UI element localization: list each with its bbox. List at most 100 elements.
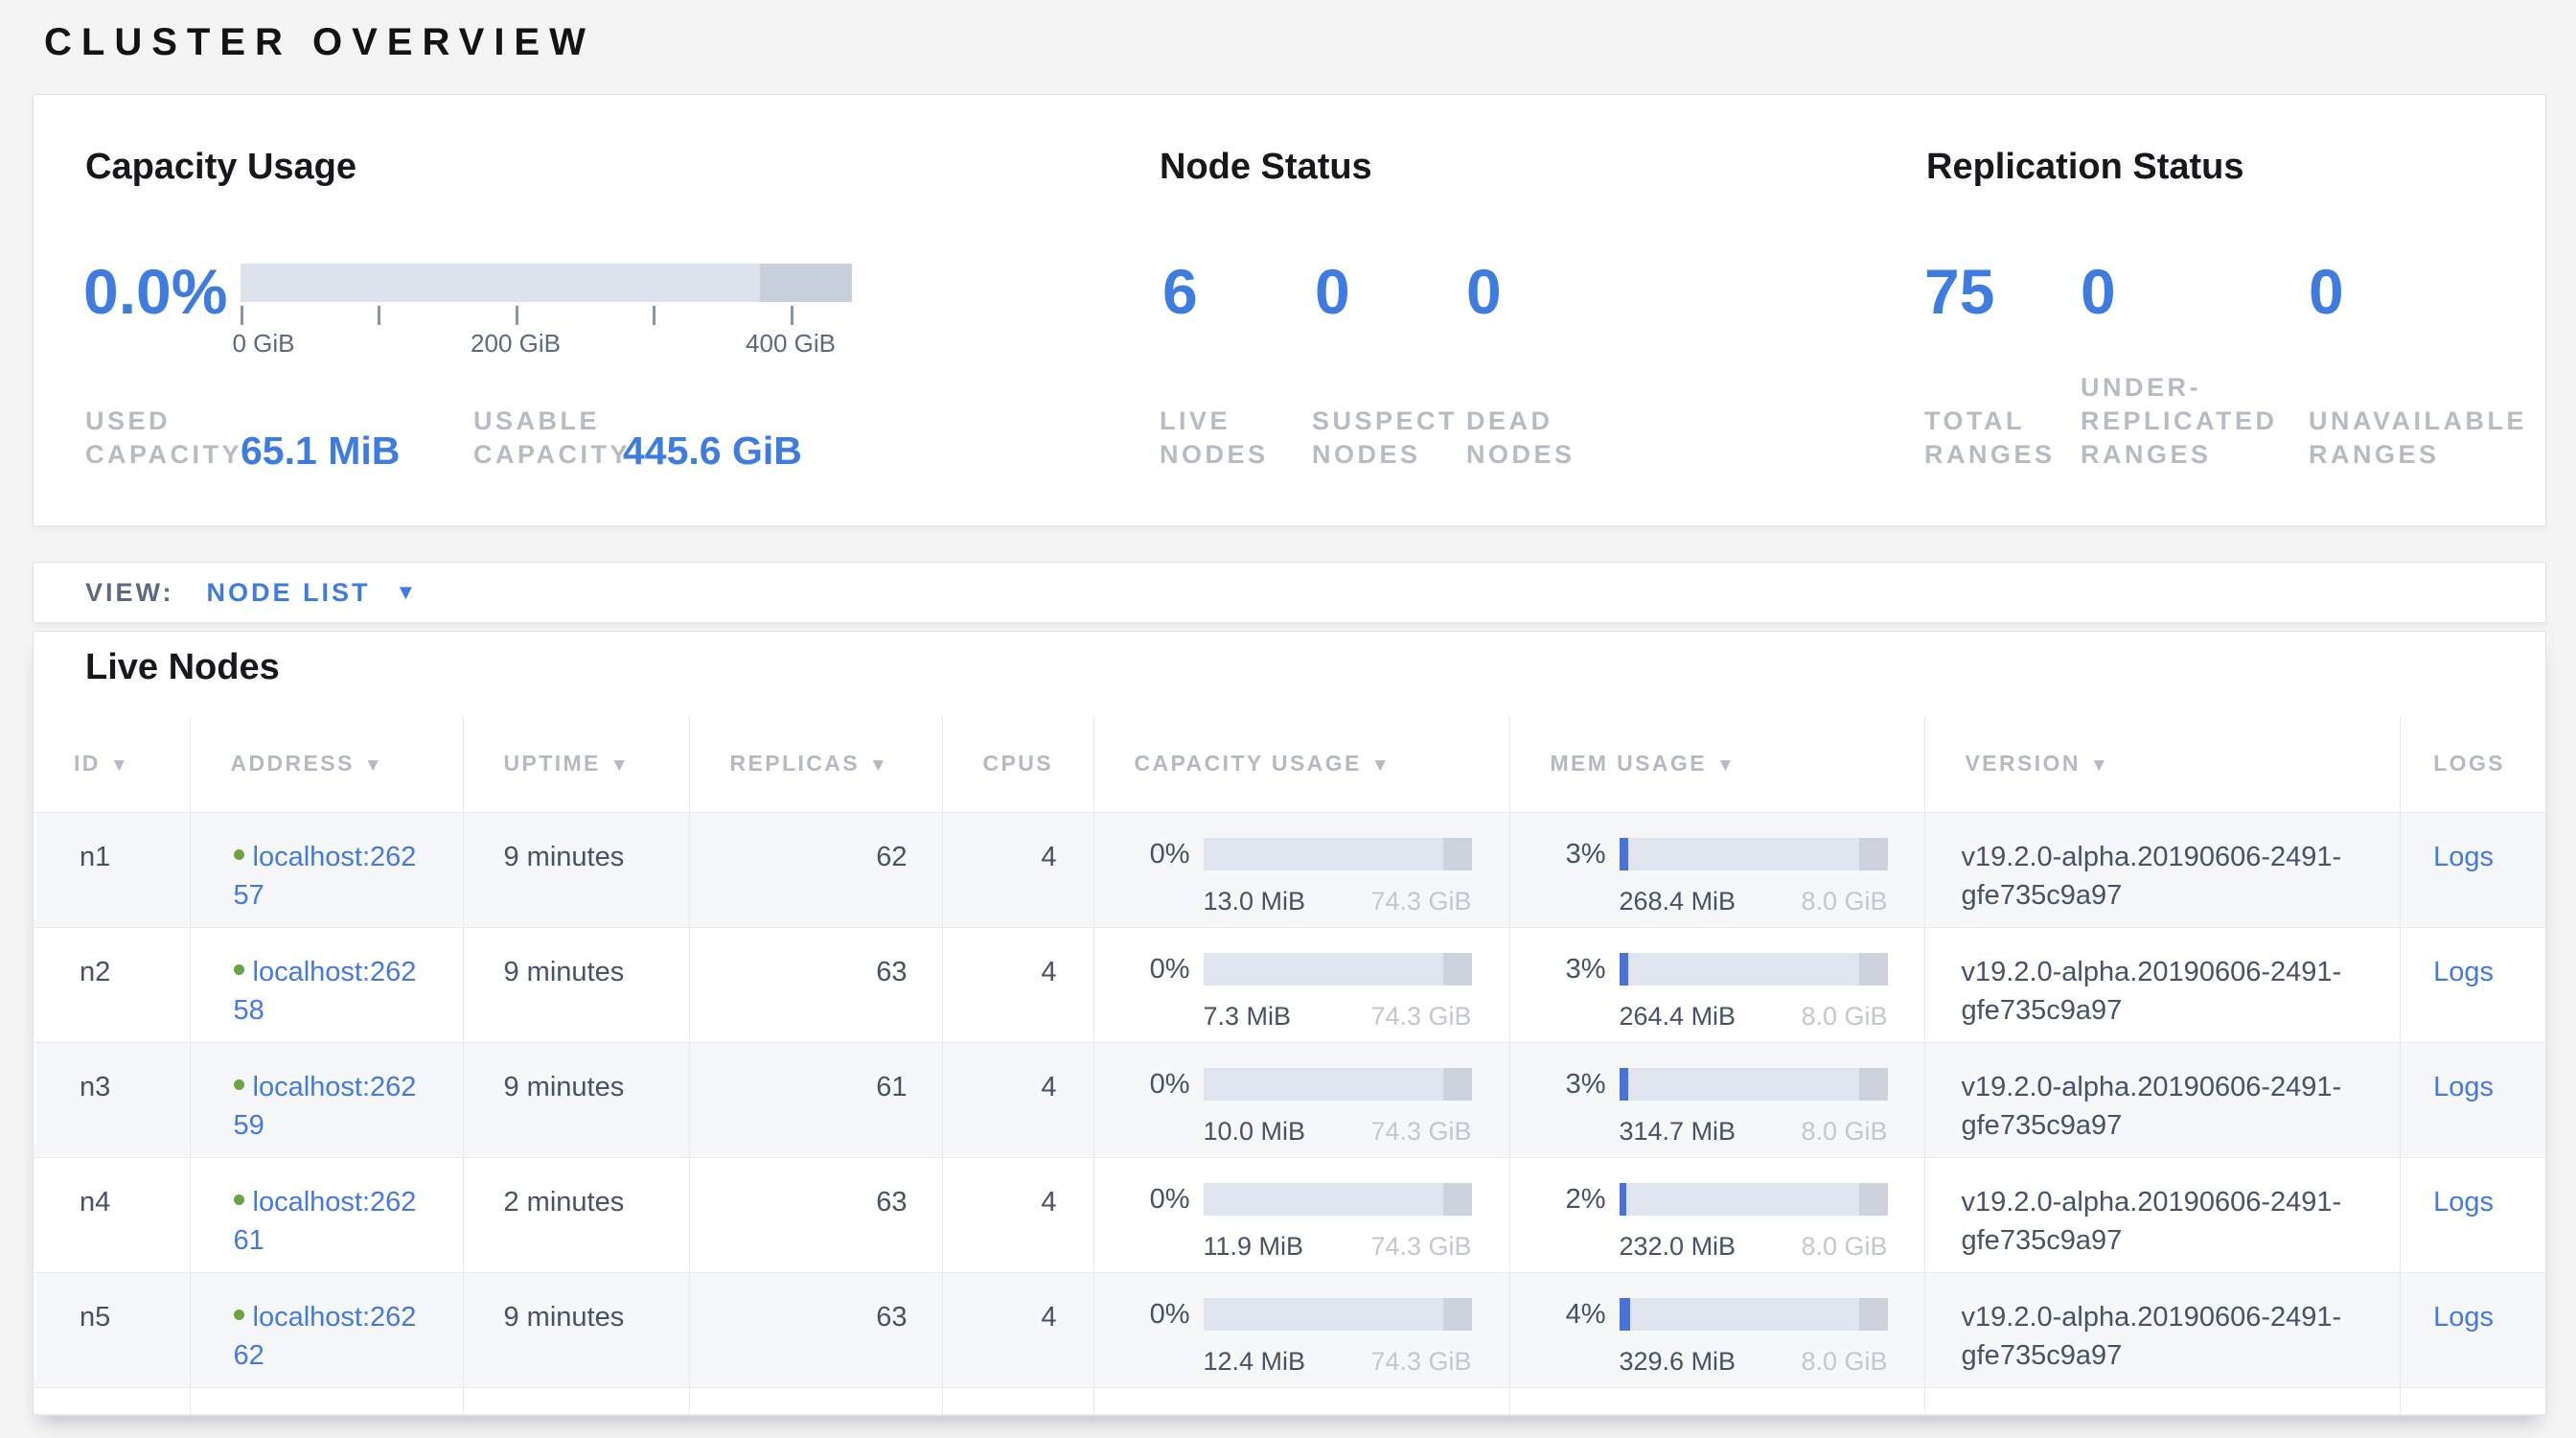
address-link[interactable]: localhost:26261 — [234, 1187, 463, 1260]
total-ranges-label: TOTALRANGES — [1924, 405, 2056, 472]
logs-cell: Logs — [2400, 1042, 2546, 1157]
view-bar: VIEW: NODE LIST ▼ — [33, 562, 2546, 623]
live-nodes-heading: Live Nodes — [85, 647, 280, 688]
table-row — [34, 1387, 2546, 1414]
logs-link[interactable]: Logs — [2433, 1302, 2494, 1333]
dead-nodes-label: DEADNODES — [1466, 405, 1576, 472]
mem-bar — [1620, 838, 1888, 870]
replicas-cell: 61 — [689, 1042, 942, 1157]
address-link[interactable]: localhost:26262 — [234, 1302, 463, 1375]
column-header-uptime[interactable]: UPTIME▼ — [463, 716, 689, 812]
logs-link[interactable]: Logs — [2433, 1187, 2494, 1218]
sort-arrow-icon: ▼ — [1371, 755, 1392, 776]
node-address-cell — [190, 1387, 463, 1414]
address-link[interactable]: localhost:26258 — [234, 957, 463, 1030]
uptime-cell: 9 minutes — [463, 812, 689, 927]
axis-tick-label: 200 GiB — [471, 329, 561, 359]
page-title: CLUSTER OVERVIEW — [44, 21, 595, 64]
logs-cell: Logs — [2400, 1157, 2546, 1272]
used-capacity-label: USED CAPACITY — [85, 405, 242, 472]
uptime-cell: 9 minutes — [463, 1042, 689, 1157]
live-nodes-label: LIVENODES — [1160, 405, 1269, 472]
capacity-usage-cell: 0% 12.4 MiB74.3 GiB — [1093, 1272, 1509, 1387]
view-mode-dropdown[interactable]: NODE LIST ▼ — [207, 578, 420, 608]
table-row: n4 localhost:26261 2 minutes 63 4 0% 11.… — [34, 1157, 2546, 1272]
capacity-usage-title: Capacity Usage — [85, 147, 356, 188]
live-nodes-tbody: n1 localhost:26257 9 minutes 62 4 0% 13.… — [34, 812, 2546, 1414]
mem-bar — [1620, 1298, 1888, 1331]
under-replicated-ranges-label: UNDER-REPLICATEDRANGES — [2081, 371, 2278, 472]
axis-tick-label: 400 GiB — [746, 329, 836, 359]
sort-arrow-icon: ▼ — [364, 755, 384, 776]
replicas-cell: 63 — [689, 1272, 942, 1387]
node-address-cell: localhost:26259 — [190, 1042, 463, 1157]
logs-link[interactable]: Logs — [2433, 1072, 2494, 1102]
logs-cell: Logs — [2400, 1272, 2546, 1387]
address-link[interactable]: localhost:26257 — [234, 842, 463, 915]
column-header-cpus: CPUS — [942, 716, 1093, 812]
live-nodes-card: Live Nodes ID▼ ADDRESS▼ UPTIME▼ REPLICAS… — [33, 631, 2546, 1416]
mem-usage-cell: 3% 314.7 MiB8.0 GiB — [1509, 1042, 1924, 1157]
cluster-summary-card: Capacity Usage Node Status Replication S… — [33, 94, 2546, 526]
node-status-title: Node Status — [1160, 147, 1372, 188]
mem-usage-cell — [1509, 1387, 1924, 1414]
usable-capacity-label: USABLE CAPACITY — [473, 405, 631, 472]
uptime-cell: 9 minutes — [463, 1272, 689, 1387]
capacity-bar — [1204, 1298, 1472, 1331]
table-row: n3 localhost:26259 9 minutes 61 4 0% 10.… — [34, 1042, 2546, 1157]
sort-arrow-icon: ▼ — [110, 755, 130, 776]
replication-status-title: Replication Status — [1926, 147, 2244, 188]
version-cell: v19.2.0-alpha.20190606-2491-gfe735c9a97 — [1924, 1157, 2400, 1272]
mem-usage-cell: 3% 268.4 MiB8.0 GiB — [1509, 812, 1924, 927]
column-header-logs: LOGS — [2400, 716, 2546, 812]
column-header-mem-usage[interactable]: MEM USAGE▼ — [1509, 716, 1924, 812]
column-header-capacity-usage[interactable]: CAPACITY USAGE▼ — [1093, 716, 1509, 812]
capacity-usage-cell: 0% 7.3 MiB74.3 GiB — [1093, 927, 1509, 1042]
mem-bar — [1620, 1068, 1888, 1101]
capacity-usage-cell: 0% 10.0 MiB74.3 GiB — [1093, 1042, 1509, 1157]
version-cell: v19.2.0-alpha.20190606-2491-gfe735c9a97 — [1924, 927, 2400, 1042]
node-id-cell — [34, 1387, 190, 1414]
live-nodes-table: ID▼ ADDRESS▼ UPTIME▼ REPLICAS▼ CPUS CAPA… — [34, 716, 2546, 1415]
view-label: VIEW: — [85, 578, 174, 608]
chevron-down-icon: ▼ — [396, 580, 420, 605]
mem-bar — [1620, 953, 1888, 986]
table-header-row: ID▼ ADDRESS▼ UPTIME▼ REPLICAS▼ CPUS CAPA… — [34, 716, 2546, 812]
logs-cell: Logs — [2400, 927, 2546, 1042]
node-address-cell: localhost:26258 — [190, 927, 463, 1042]
sort-arrow-icon: ▼ — [610, 755, 631, 776]
replicas-cell — [689, 1387, 942, 1414]
logs-link[interactable]: Logs — [2433, 957, 2494, 987]
node-id-cell: n5 — [34, 1272, 190, 1387]
cpus-cell: 4 — [942, 1157, 1093, 1272]
column-header-version[interactable]: VERSION▼ — [1924, 716, 2400, 812]
column-header-replicas[interactable]: REPLICAS▼ — [689, 716, 942, 812]
address-link[interactable]: localhost:26259 — [234, 1072, 463, 1145]
node-id-cell: n1 — [34, 812, 190, 927]
capacity-usage-cell: 0% 13.0 MiB74.3 GiB — [1093, 812, 1509, 927]
node-address-cell: localhost:26257 — [190, 812, 463, 927]
capacity-bar — [1204, 953, 1472, 986]
live-status-dot-icon — [234, 1194, 244, 1205]
suspect-nodes-label: SUSPECTNODES — [1312, 405, 1458, 472]
node-address-cell: localhost:26261 — [190, 1157, 463, 1272]
under-replicated-ranges-count: 0 — [2081, 260, 2116, 323]
logs-link[interactable]: Logs — [2433, 842, 2494, 872]
replicas-cell: 63 — [689, 1157, 942, 1272]
column-header-address[interactable]: ADDRESS▼ — [190, 716, 463, 812]
logs-cell: Logs — [2400, 812, 2546, 927]
version-cell — [1924, 1387, 2400, 1414]
live-status-dot-icon — [234, 849, 244, 860]
axis-tick-label: 0 GiB — [232, 329, 294, 359]
table-row: n2 localhost:26258 9 minutes 63 4 0% 7.3… — [34, 927, 2546, 1042]
node-address-cell: localhost:26262 — [190, 1272, 463, 1387]
uptime-cell: 9 minutes — [463, 927, 689, 1042]
column-header-id[interactable]: ID▼ — [34, 716, 190, 812]
mem-bar — [1620, 1183, 1888, 1216]
node-id-cell: n3 — [34, 1042, 190, 1157]
table-row: n5 localhost:26262 9 minutes 63 4 0% 12.… — [34, 1272, 2546, 1387]
usable-capacity-value: 445.6 GiB — [623, 429, 802, 474]
cpus-cell: 4 — [942, 812, 1093, 927]
capacity-usage-cell: 0% 11.9 MiB74.3 GiB — [1093, 1157, 1509, 1272]
capacity-bar — [1204, 1068, 1472, 1101]
